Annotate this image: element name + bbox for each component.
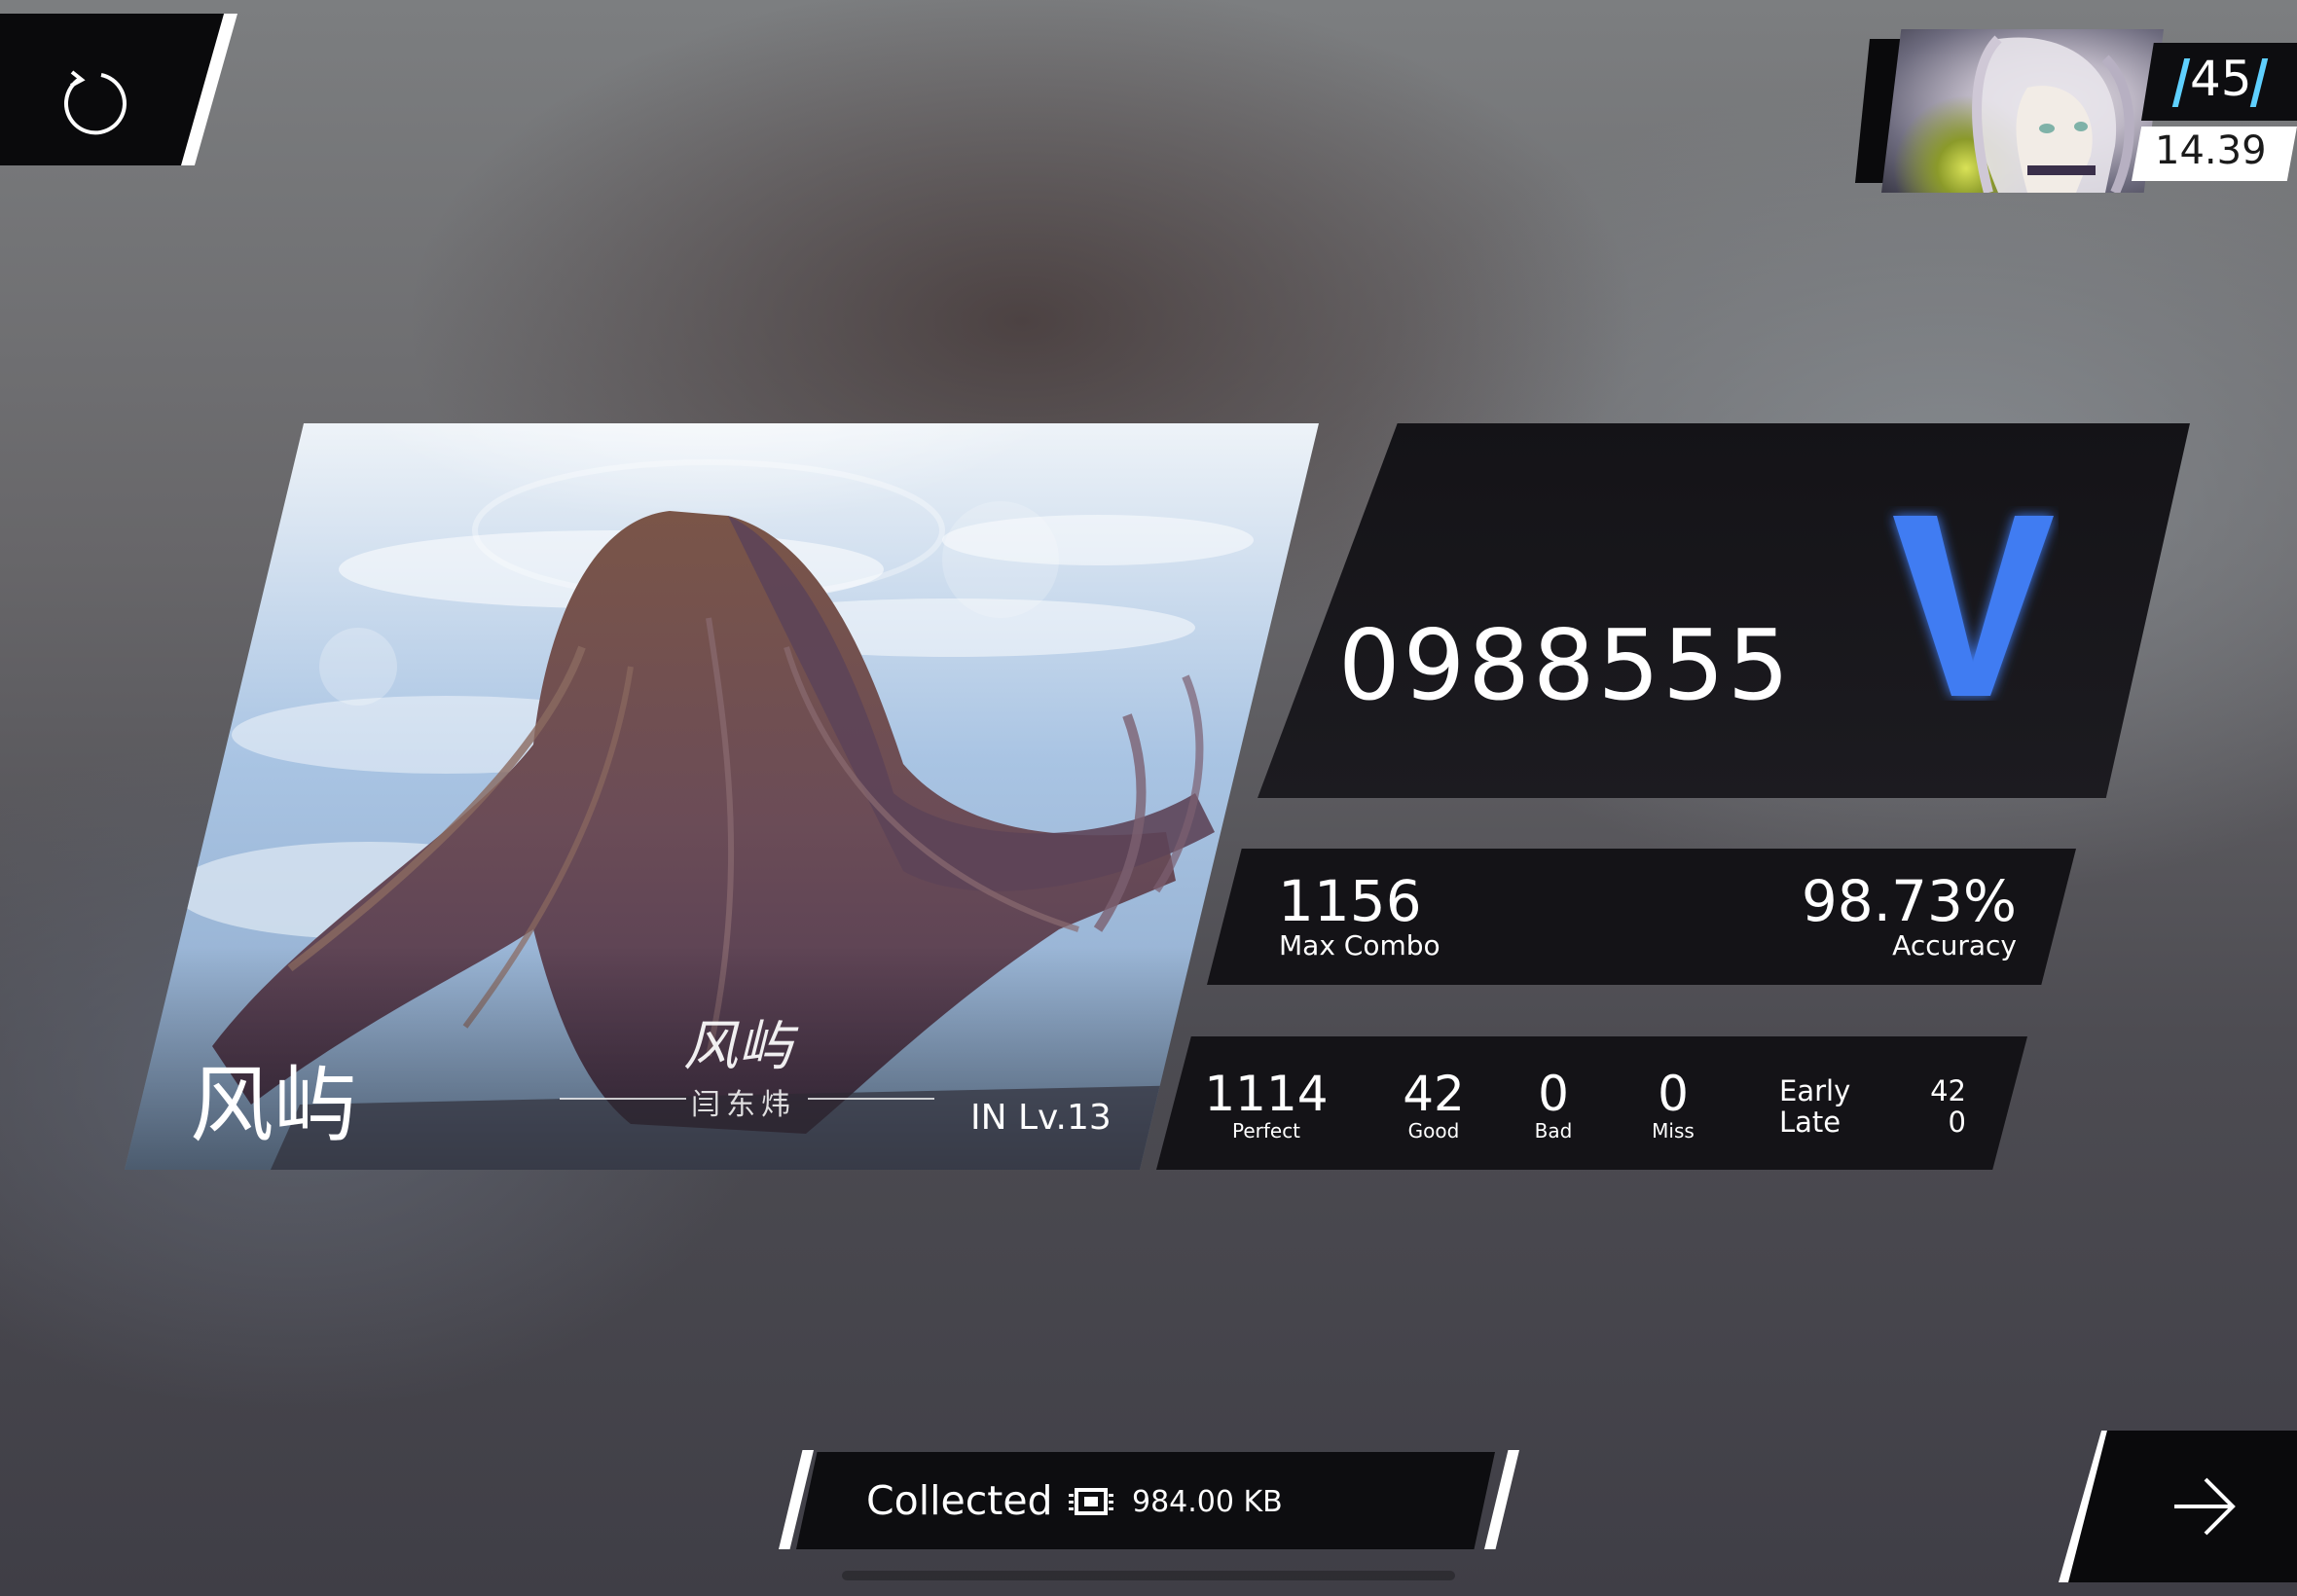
artist-line-left xyxy=(560,1098,686,1100)
max-combo-value: 1156 xyxy=(1278,868,1422,934)
late-value: 0 xyxy=(1948,1106,1966,1139)
bad-count: 0 xyxy=(1538,1066,1569,1122)
song-difficulty: IN Lv.13 xyxy=(970,1098,1112,1138)
song-title: 风屿 xyxy=(190,1057,357,1154)
bad-label: Bad xyxy=(1534,1119,1573,1143)
early-value: 42 xyxy=(1930,1074,1966,1107)
player-level: 14.39 xyxy=(2155,128,2267,173)
avatar-character-art xyxy=(1972,35,2134,193)
grade-v-icon xyxy=(1893,516,2054,696)
accuracy-value: 98.73% xyxy=(1801,868,2017,934)
chip-icon xyxy=(1069,1488,1113,1515)
score-value: 0988555 xyxy=(1338,608,1793,722)
good-count: 42 xyxy=(1403,1066,1465,1122)
next-button[interactable] xyxy=(2068,1431,2297,1582)
max-combo-label: Max Combo xyxy=(1279,929,1440,961)
perfect-count: 1114 xyxy=(1204,1066,1329,1122)
song-artist: 闫东炜 xyxy=(691,1088,796,1122)
miss-label: Miss xyxy=(1652,1119,1695,1143)
collected-size: 984.00 KB xyxy=(1132,1485,1283,1519)
miss-count: 0 xyxy=(1658,1066,1689,1122)
perfect-label: Perfect xyxy=(1231,1119,1301,1143)
collected-label: Collected xyxy=(866,1477,1053,1524)
early-label: Early xyxy=(1779,1074,1851,1107)
late-label: Late xyxy=(1779,1106,1841,1139)
accuracy-label: Accuracy xyxy=(1892,929,2017,961)
retry-icon xyxy=(64,70,127,135)
arrow-right-icon xyxy=(2174,1477,2236,1536)
artist-line-right xyxy=(808,1098,934,1100)
avatar[interactable] xyxy=(1881,29,2164,193)
home-indicator[interactable] xyxy=(842,1571,1455,1580)
good-label: Good xyxy=(1407,1119,1460,1143)
song-logo-text: 风屿 xyxy=(683,1015,792,1078)
rks-value: 45 xyxy=(2190,51,2252,107)
